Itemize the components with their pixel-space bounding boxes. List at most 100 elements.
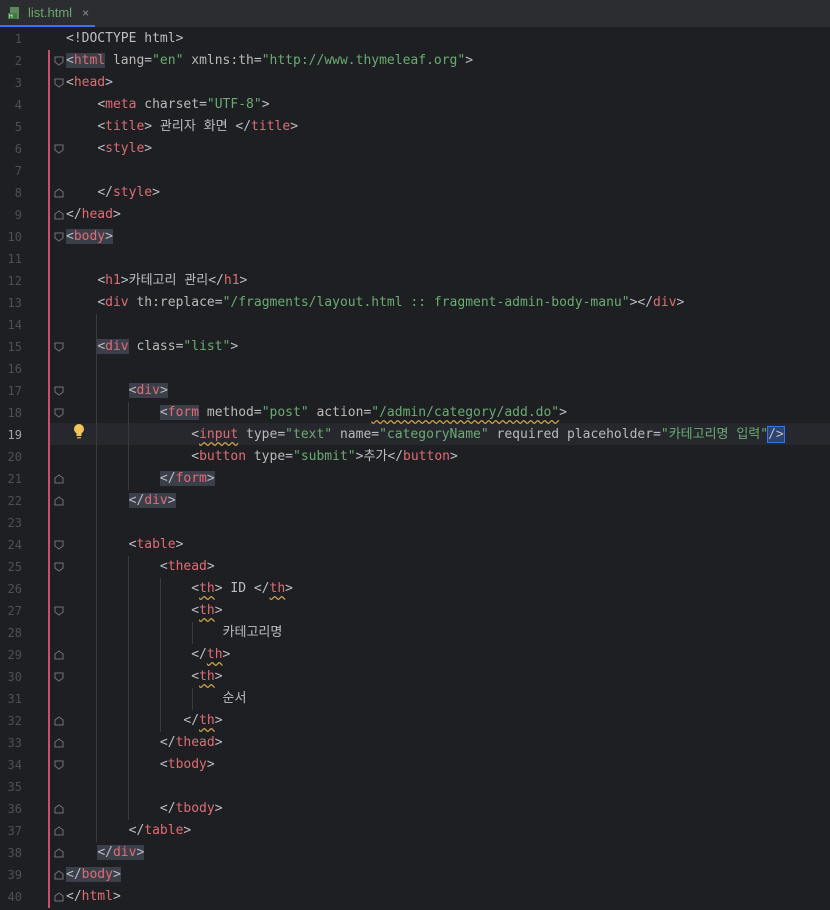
line-number: 4 bbox=[14, 98, 22, 112]
attr-value: "http://www.thymeleaf.org" bbox=[261, 53, 466, 68]
line-number: 37 bbox=[7, 824, 22, 838]
vcs-change-bar bbox=[48, 50, 50, 908]
fold-marker-icon[interactable] bbox=[54, 56, 64, 66]
attr-value: "submit" bbox=[293, 449, 356, 464]
code-line-current: <input type="text" name="categoryName" r… bbox=[191, 426, 785, 443]
code-line: <div> bbox=[128, 383, 168, 398]
code-line: </th> bbox=[183, 713, 223, 728]
code-line: </body> bbox=[66, 867, 121, 882]
fold-end-icon[interactable] bbox=[54, 210, 64, 220]
line-number: 18 bbox=[7, 406, 22, 420]
line-number: 26 bbox=[7, 582, 22, 596]
line-number: 14 bbox=[7, 318, 22, 332]
code-line: 순서 bbox=[66, 688, 247, 710]
line-number: 31 bbox=[7, 692, 22, 706]
code-line: <head> bbox=[66, 75, 113, 90]
fold-end-icon[interactable] bbox=[54, 650, 64, 660]
line-number: 13 bbox=[7, 296, 22, 310]
code-line: <thead> bbox=[159, 559, 215, 574]
code-line: </div> bbox=[97, 845, 145, 860]
fold-marker-icon[interactable] bbox=[54, 232, 64, 242]
code-line: <div th:replace="/fragments/layout.html … bbox=[97, 295, 685, 310]
line-number: 21 bbox=[7, 472, 22, 486]
line-number: 3 bbox=[14, 76, 22, 90]
line-number: 40 bbox=[7, 890, 22, 904]
fold-marker-icon[interactable] bbox=[54, 562, 64, 572]
line-number: 11 bbox=[7, 252, 22, 266]
line-number: 19 bbox=[7, 428, 22, 442]
fold-end-icon[interactable] bbox=[54, 474, 64, 484]
th-text: ID bbox=[222, 581, 254, 596]
line-number: 38 bbox=[7, 846, 22, 860]
code-line: <title> 관리자 화면 </title> bbox=[97, 119, 299, 134]
code-line: <tbody> bbox=[159, 757, 215, 772]
code-line: </th> bbox=[191, 647, 231, 662]
code-line: <form method="post" action="/admin/categ… bbox=[159, 405, 567, 420]
th-text: 카테고리명 bbox=[222, 625, 283, 640]
line-number: 15 bbox=[7, 340, 22, 354]
tab-list-html[interactable]: H list.html × bbox=[0, 0, 95, 27]
code-line: <h1>카테고리 관리</h1> bbox=[97, 273, 248, 288]
line-number: 25 bbox=[7, 560, 22, 574]
line-number: 1 bbox=[14, 32, 22, 46]
html-file-icon: H bbox=[8, 6, 22, 20]
code-line: </thead> bbox=[159, 735, 223, 750]
fold-end-icon[interactable] bbox=[54, 188, 64, 198]
code-line: </table> bbox=[128, 823, 192, 838]
line-number: 22 bbox=[7, 494, 22, 508]
line-number: 20 bbox=[7, 450, 22, 464]
line-number: 6 bbox=[14, 142, 22, 156]
fold-marker-icon[interactable] bbox=[54, 606, 64, 616]
attr-value: "/admin/category/add.do" bbox=[371, 405, 560, 420]
code-line: </tbody> bbox=[159, 801, 223, 816]
close-icon[interactable]: × bbox=[82, 6, 89, 20]
th-text: 순서 bbox=[222, 691, 247, 706]
fold-marker-icon[interactable] bbox=[54, 78, 64, 88]
fold-end-icon[interactable] bbox=[54, 826, 64, 836]
attr-value: "en" bbox=[152, 53, 184, 68]
fold-marker-icon[interactable] bbox=[54, 144, 64, 154]
attr-value: "카테고리명 입력" bbox=[660, 427, 769, 442]
fold-end-icon[interactable] bbox=[54, 804, 64, 814]
attr-value: "/fragments/layout.html :: fragment-admi… bbox=[222, 295, 630, 310]
attr-value: "UTF-8" bbox=[206, 97, 262, 112]
fold-marker-icon[interactable] bbox=[54, 342, 64, 352]
code-line: <html lang="en" xmlns:th="http://www.thy… bbox=[66, 53, 474, 68]
line-number: 16 bbox=[7, 362, 22, 376]
line-number: 23 bbox=[7, 516, 22, 530]
tab-filename: list.html bbox=[28, 5, 73, 20]
fold-end-icon[interactable] bbox=[54, 716, 64, 726]
attr-value: "categoryName" bbox=[379, 427, 489, 442]
code-line: <th> ID </th> bbox=[191, 581, 293, 596]
code-line: <table> bbox=[128, 537, 184, 552]
editor-tab-bar: H list.html × bbox=[0, 0, 830, 28]
fold-end-icon[interactable] bbox=[54, 870, 64, 880]
code-line: </form> bbox=[159, 471, 215, 486]
fold-marker-icon[interactable] bbox=[54, 408, 64, 418]
fold-end-icon[interactable] bbox=[54, 738, 64, 748]
fold-end-icon[interactable] bbox=[54, 496, 64, 506]
title-text: 관리자 화면 bbox=[152, 119, 236, 134]
attr-value: "list" bbox=[183, 339, 231, 354]
fold-marker-icon[interactable] bbox=[54, 386, 64, 396]
line-number: 33 bbox=[7, 736, 22, 750]
code-line: 카테고리명 bbox=[66, 622, 283, 644]
line-number: 12 bbox=[7, 274, 22, 288]
code-line: <button type="submit">추가</button> bbox=[191, 449, 458, 464]
line-number: 8 bbox=[14, 186, 22, 200]
fold-marker-icon[interactable] bbox=[54, 672, 64, 682]
code-line: <th> bbox=[191, 603, 223, 618]
fold-marker-icon[interactable] bbox=[54, 760, 64, 770]
fold-end-icon[interactable] bbox=[54, 892, 64, 902]
line-number: 2 bbox=[14, 54, 22, 68]
line-number: 9 bbox=[14, 208, 22, 222]
fold-marker-icon[interactable] bbox=[54, 540, 64, 550]
doctype-text: <!DOCTYPE html> bbox=[66, 31, 184, 46]
code-editor[interactable]: 1 2 3 4 5 6 7 8 9 10 11 12 13 14 15 16 17 18 19 20 21 22 23 24 2… bbox=[0, 28, 830, 910]
attr-value: "text" bbox=[285, 427, 333, 442]
fold-end-icon[interactable] bbox=[54, 848, 64, 858]
line-number: 36 bbox=[7, 802, 22, 816]
code-line: </html> bbox=[66, 889, 121, 904]
line-number: 32 bbox=[7, 714, 22, 728]
code-line: <meta charset="UTF-8"> bbox=[97, 97, 270, 112]
